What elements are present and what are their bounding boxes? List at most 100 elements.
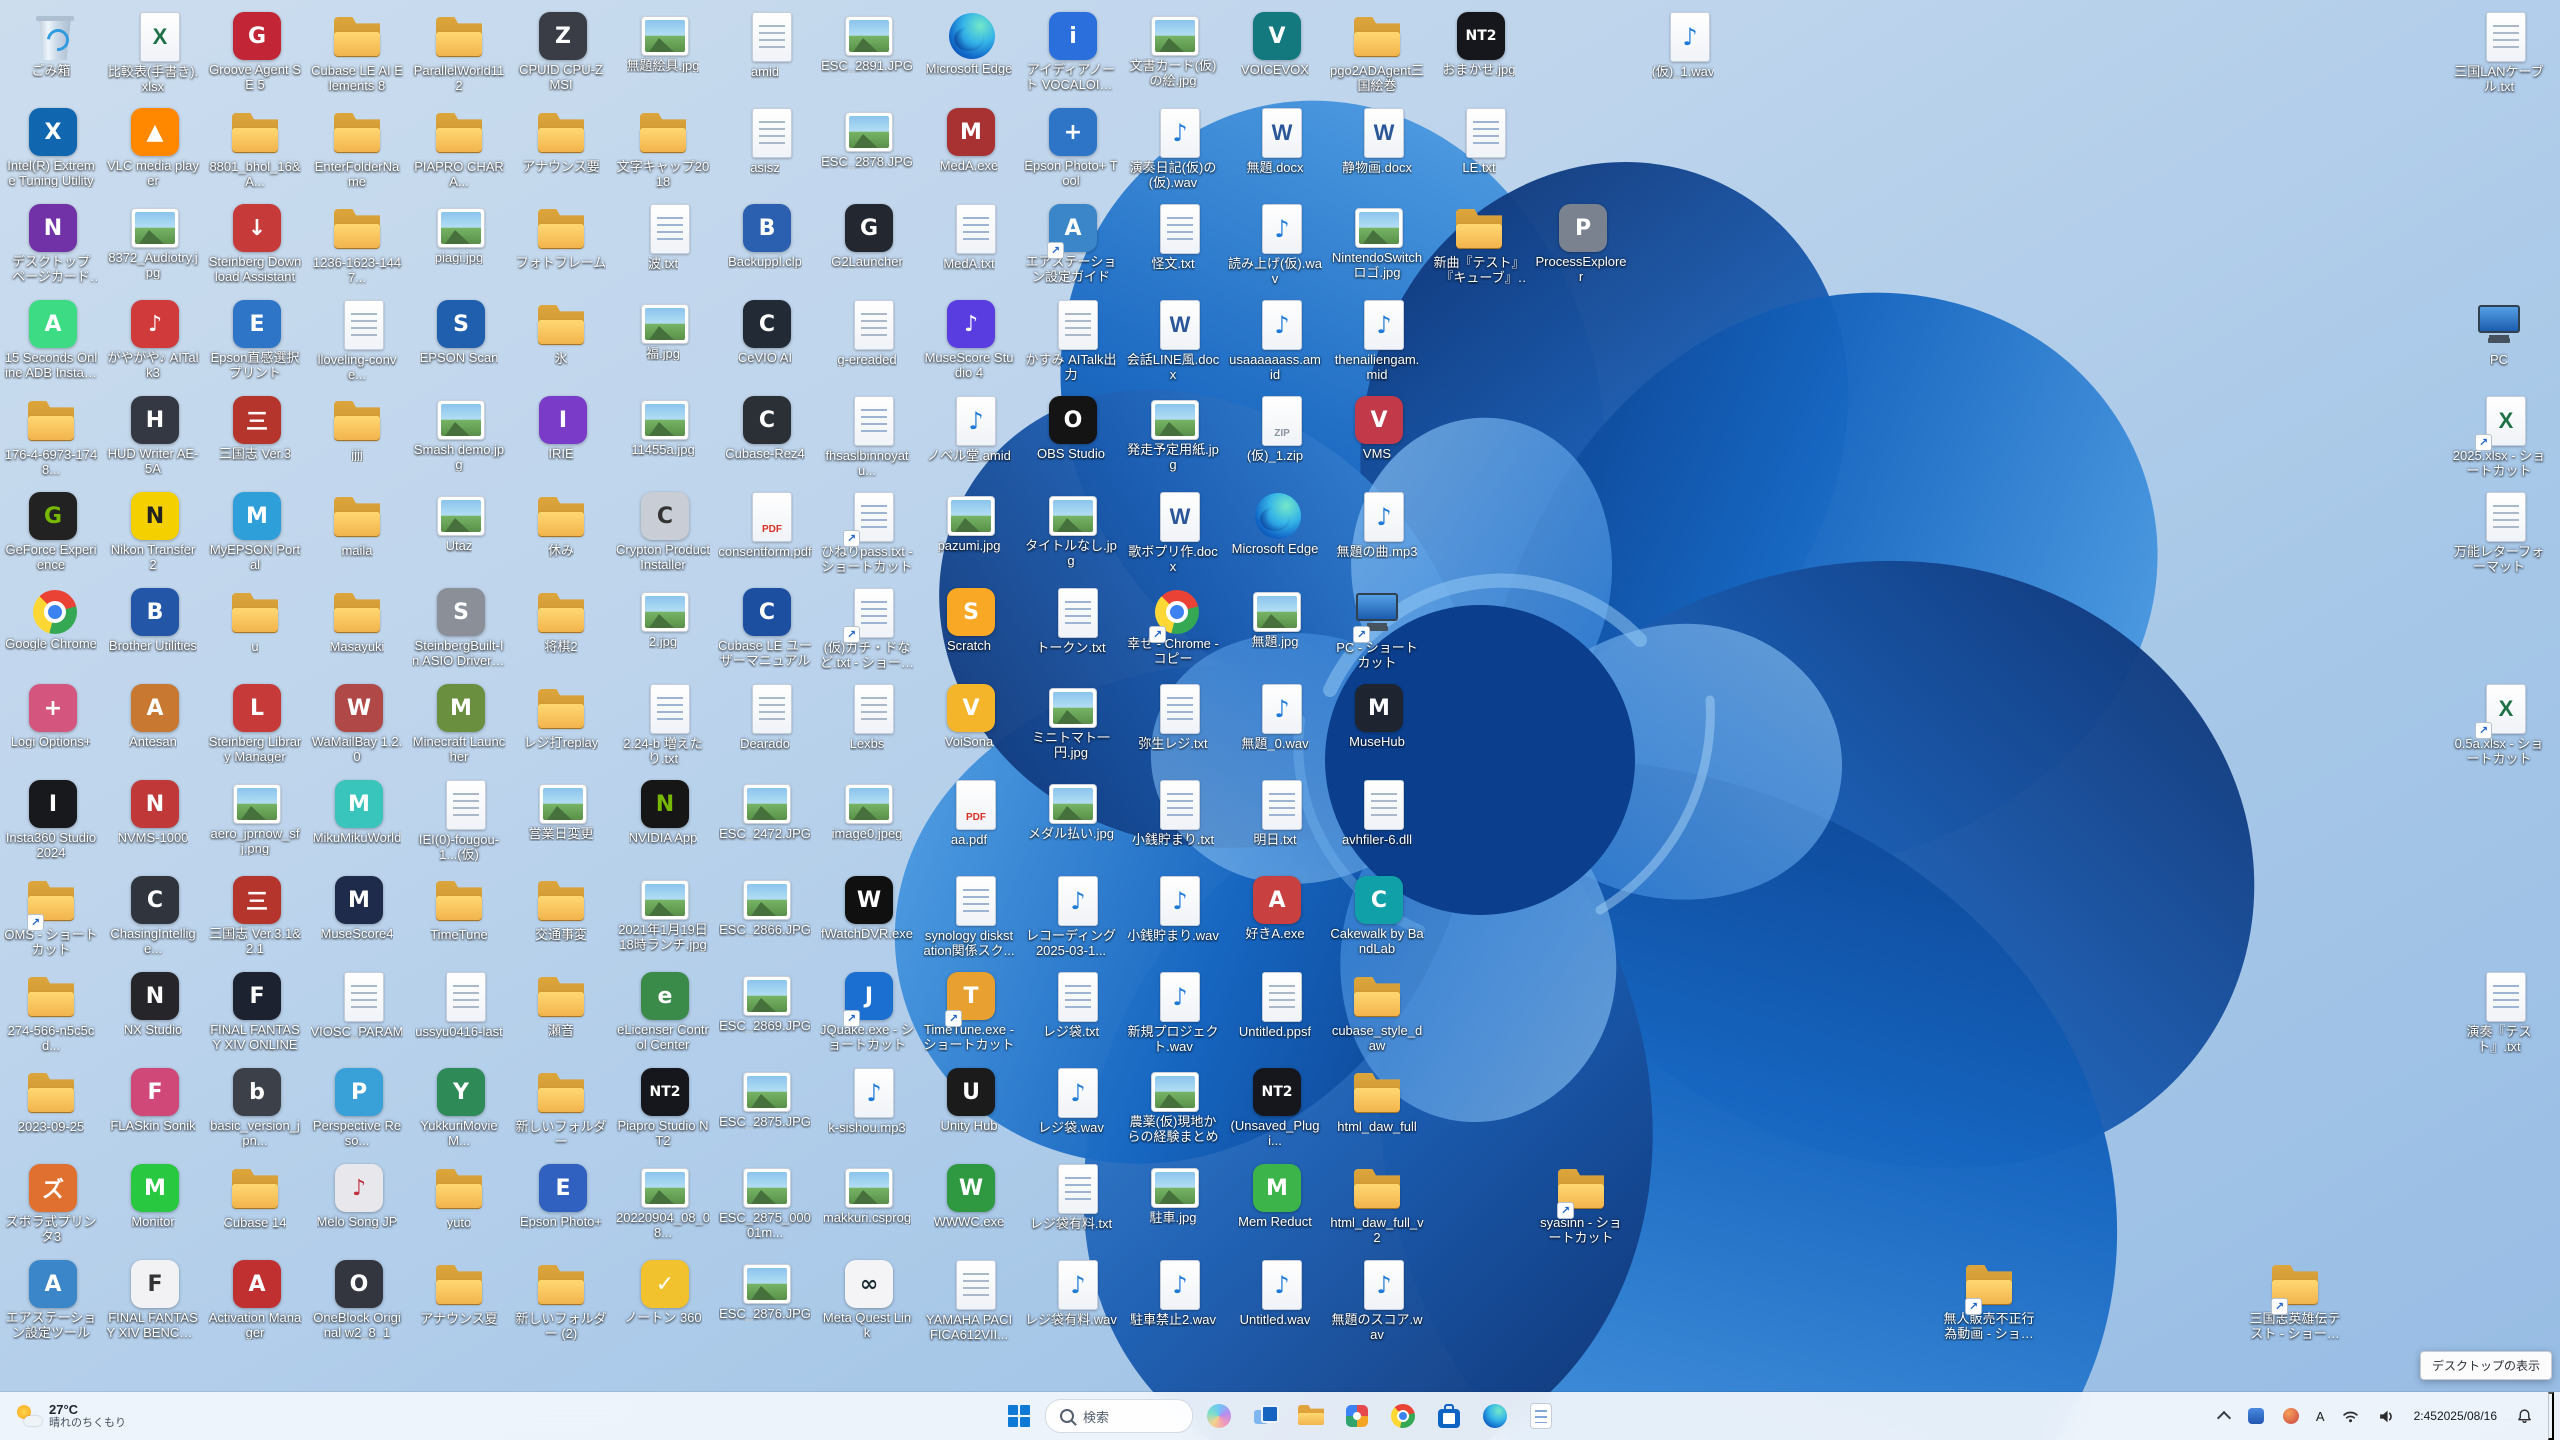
desktop-icon[interactable]: ↓ Steinberg Download Assistant — [207, 202, 303, 284]
desktop-icon[interactable]: SSteinbergBuilt-In ASIO Driver 1.0.9 — [411, 586, 507, 668]
desktop-icon[interactable]: 歌ボプリ作.docx — [1125, 490, 1221, 574]
desktop-icon[interactable]: 新しいフォルダー (2) — [513, 1258, 609, 1341]
desktop-icon[interactable]: 万能レターフォーマット — [2451, 490, 2547, 574]
desktop-icon[interactable]: レジ打replay — [513, 682, 609, 750]
desktop-icon[interactable]: 2.24-b 増えたり.txt — [615, 682, 711, 766]
desktop-icon[interactable]: ↗三国志英雄伝テスト - ショートカット — [2247, 1258, 2343, 1341]
desktop-icon[interactable]: ESC_2878.JPG — [819, 106, 915, 169]
desktop-icon[interactable]: cubase_style_daw — [1329, 970, 1425, 1053]
desktop-icon[interactable]: T ↗ TimeTune.exe - ショートカット — [921, 970, 1017, 1052]
desktop-icon[interactable]: ♪ Melo Song JP — [309, 1162, 405, 1229]
desktop-icon[interactable]: V VoiSona — [921, 682, 1017, 749]
desktop-icon[interactable]: iアイディアノート VOCALOID - Inspi... — [1023, 10, 1119, 92]
desktop-icon[interactable]: C CeVIO AI — [717, 298, 813, 365]
desktop-icon[interactable]: M MedA.exe — [921, 106, 1017, 173]
desktop-icon[interactable]: ノベル堂.amid — [921, 394, 1017, 463]
desktop-icon[interactable]: M Monitor — [105, 1162, 201, 1229]
desktop-icon[interactable]: ussyu0416-last — [411, 970, 507, 1039]
desktop-icon[interactable]: html_daw_full_v2 — [1329, 1162, 1425, 1245]
desktop-icon[interactable]: usaaaaaass.amid — [1227, 298, 1323, 382]
desktop-icon[interactable]: Cubase 14 — [207, 1162, 303, 1230]
desktop-icon[interactable]: N NVIDIA App — [615, 778, 711, 845]
ime-mode-button[interactable]: A — [2314, 1409, 2327, 1424]
desktop-icon[interactable]: ↗ OMS - ショートカット — [3, 874, 99, 957]
desktop-icon[interactable]: 発走予定用紙.jpg — [1125, 394, 1221, 472]
desktop-icon[interactable]: piagi.jpg — [411, 202, 507, 265]
desktop-icon[interactable]: Cubase LE AI Elements 8 — [309, 10, 405, 93]
desktop-icon[interactable]: 三三国志 Ver.3 — [207, 394, 303, 461]
desktop-icon[interactable]: 無題のスコア.wav — [1329, 1258, 1425, 1342]
desktop-icon[interactable]: V VMS — [1329, 394, 1425, 461]
desktop-icon[interactable]: b basic_version_jpn... — [207, 1066, 303, 1148]
desktop-icon[interactable]: 農薬(仮)現地からの経験まとめ — [1125, 1066, 1221, 1144]
edge-button[interactable] — [1475, 1396, 1515, 1436]
desktop-icon[interactable]: 静物画.docx — [1329, 106, 1425, 175]
volume-button[interactable] — [2374, 1404, 2399, 1429]
hidden-icons-button[interactable] — [2215, 1406, 2233, 1427]
search-box[interactable]: 検索 — [1045, 1399, 1193, 1433]
desktop-icon[interactable]: C Crypton Product Installer — [615, 490, 711, 572]
desktop-icon[interactable]: X Intel(R) Extreme Tuning Utility — [3, 106, 99, 188]
desktop-icon[interactable]: Dearado — [717, 682, 813, 751]
desktop-icon[interactable]: Microsoft Edge — [921, 10, 1017, 76]
desktop-icon[interactable]: ▲ VLC media player — [105, 106, 201, 188]
desktop-icon[interactable]: 会話LINE風.docx — [1125, 298, 1221, 382]
desktop-icon[interactable]: (仮)_1.zip — [1227, 394, 1323, 463]
desktop-icon[interactable]: M Mem Reduct — [1227, 1162, 1323, 1229]
desktop-icon[interactable]: NT2 (Unsaved_Plugi... — [1227, 1066, 1323, 1148]
desktop-icon[interactable]: C ChasingIntellige... — [105, 874, 201, 956]
desktop-icon[interactable]: 8801_bhol_16&A... — [207, 106, 303, 189]
copilot-button[interactable] — [1199, 1396, 1239, 1436]
desktop-icon[interactable]: 新規プロジェクト.wav — [1125, 970, 1221, 1054]
desktop-icon[interactable]: タイトルなし.jpg — [1023, 490, 1119, 568]
desktop-icon[interactable]: P Perspective Reso... — [309, 1066, 405, 1148]
desktop-icon[interactable]: ↗0.5a.xlsx - ショートカット — [2451, 682, 2547, 766]
desktop-icon[interactable]: k-sishou.mp3 — [819, 1066, 915, 1135]
photos-button[interactable] — [1337, 1396, 1377, 1436]
desktop-icon[interactable]: J ↗ JQuake.exe - ショートカット — [819, 970, 915, 1052]
desktop-icon[interactable]: Untitled.wav — [1227, 1258, 1323, 1327]
desktop-icon[interactable]: ↗(仮)ガチ・ドなど.txt - ショートカット — [819, 586, 915, 670]
desktop-icon[interactable]: 274-566-n5c5cd... — [3, 970, 99, 1053]
task-view-button[interactable] — [1245, 1396, 1285, 1436]
desktop-icon[interactable]: yuto — [411, 1162, 507, 1230]
desktop-icon[interactable]: 比較表(手書き).xlsx — [105, 10, 201, 94]
desktop-icon[interactable]: レジ袋有料.wav — [1023, 1258, 1119, 1327]
desktop-icon[interactable]: 氷 — [513, 298, 609, 366]
desktop-icon[interactable]: Z CPUID CPU-Z MSI — [513, 10, 609, 92]
desktop-icon[interactable]: U Unity Hub — [921, 1066, 1017, 1133]
desktop-icon[interactable]: メダル払い.jpg — [1023, 778, 1119, 841]
desktop-icon[interactable]: ♪ がやがや♪ AITalk3 — [105, 298, 201, 380]
desktop-icon[interactable]: 怪文.txt — [1125, 202, 1221, 271]
desktop-icon[interactable]: maila — [309, 490, 405, 558]
desktop-icon[interactable]: + Logi Options+ — [3, 682, 99, 749]
desktop-icon[interactable]: 文字キャップ2018 — [615, 106, 711, 189]
desktop-icon[interactable]: NintendoSwitchロゴ.jpg — [1329, 202, 1425, 280]
desktop-icon[interactable]: C Cakewalk by BandLab — [1329, 874, 1425, 956]
desktop-icon[interactable]: IEI(0)-fougou-1...(仮) — [411, 778, 507, 862]
desktop-icon[interactable]: 176-4-6973-1748... — [3, 394, 99, 477]
desktop-icon[interactable]: M Minecraft Launcher — [411, 682, 507, 764]
desktop-icon[interactable]: ESC_2875.JPG — [717, 1066, 813, 1129]
desktop-icon[interactable]: 瀬音 — [513, 970, 609, 1038]
desktop-icon[interactable]: e eLicenser Control Center — [615, 970, 711, 1052]
desktop-icon[interactable]: Nデスクトップ ページカード (OneNote) — [3, 202, 99, 284]
desktop-icon[interactable]: G GeForce Experience — [3, 490, 99, 572]
network-button[interactable] — [2338, 1404, 2363, 1429]
desktop-icon[interactable]: MedA.txt — [921, 202, 1017, 271]
desktop-icon[interactable]: 20220904_08_08... — [615, 1162, 711, 1240]
desktop-icon[interactable]: ESC_2875_00001m... — [717, 1162, 813, 1240]
show-desktop-button[interactable] — [2548, 1392, 2554, 1440]
desktop-icon[interactable]: 読み上げ(仮).wav — [1227, 202, 1323, 286]
desktop-icon[interactable]: G Groove Agent SE 5 — [207, 10, 303, 92]
desktop-icon[interactable]: O OneBlock Original w2_8_1 — [309, 1258, 405, 1340]
desktop-icon[interactable]: ↗無人販売不正行為動画 - ショートカット — [1941, 1258, 2037, 1341]
desktop-icon[interactable]: PIAPRO CHARA... — [411, 106, 507, 189]
desktop-icon[interactable]: Utaz — [411, 490, 507, 553]
desktop-icon[interactable]: 交通事変 — [513, 874, 609, 942]
desktop-icon[interactable]: ParallelWorld112 — [411, 10, 507, 93]
desktop-icon[interactable]: consentform.pdf — [717, 490, 813, 559]
desktop-icon[interactable]: Lexbs — [819, 682, 915, 751]
desktop-icon[interactable]: トークン.txt — [1023, 586, 1119, 655]
clock[interactable]: 2:45 2025/08/16 — [2410, 1405, 2501, 1428]
